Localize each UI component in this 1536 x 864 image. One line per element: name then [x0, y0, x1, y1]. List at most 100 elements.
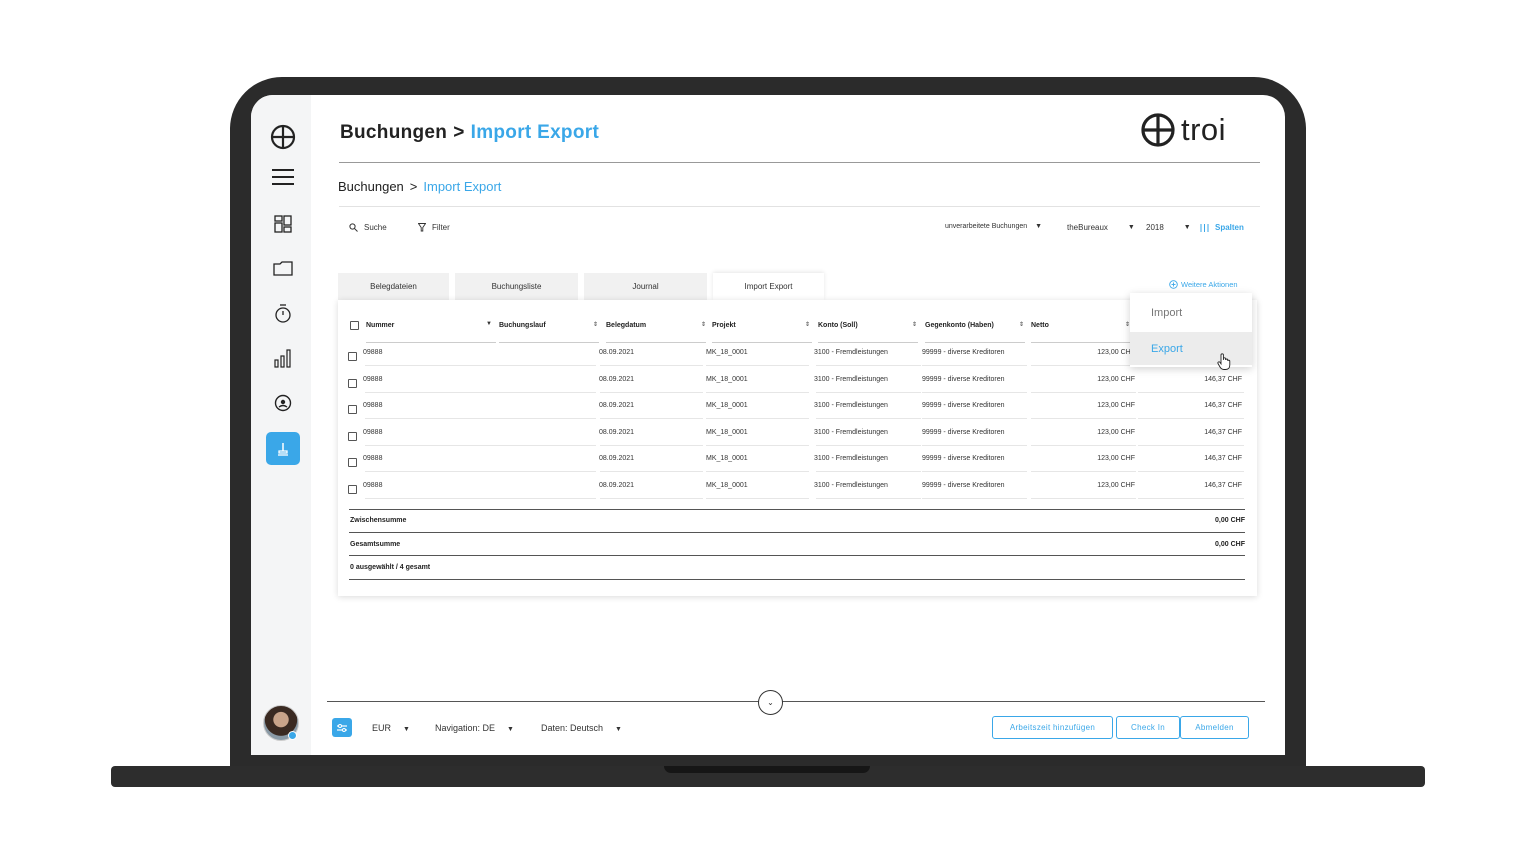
column-header-gegenkonto-haben[interactable]: Gegenkonto (Haben) [925, 322, 994, 329]
table-card [338, 300, 1257, 596]
laptop-notch [664, 766, 870, 773]
row-checkbox[interactable] [348, 405, 357, 414]
sort-caret-icon[interactable]: ▼ [486, 321, 492, 327]
sort-icon[interactable]: ⇕ [912, 321, 917, 328]
row-divider [491, 444, 596, 446]
row-divider [706, 418, 809, 419]
sort-icon[interactable]: ⇕ [805, 321, 810, 328]
bar-chart-icon[interactable] [271, 346, 295, 370]
logout-button[interactable]: Abmelden [1180, 716, 1249, 739]
column-header-belegdatum[interactable]: Belegdatum [606, 322, 646, 329]
row-divider [491, 471, 596, 472]
column-header-projekt[interactable]: Projekt [712, 322, 736, 329]
header-divider [339, 162, 1260, 163]
row-divider [365, 418, 498, 419]
row-divider [491, 418, 596, 419]
data-language-select[interactable]: Daten: Deutsch ▼ [541, 723, 622, 733]
cell-gegenkonto: 99999 - diverse Kreditoren [922, 481, 1005, 489]
cell-brutto: 146,37 CHF [1204, 455, 1242, 462]
row-divider [491, 365, 596, 366]
total-value: 0,00 CHF [1215, 541, 1245, 548]
company-select[interactable]: theBureaux ▼ [1067, 223, 1135, 232]
sort-icon[interactable]: ⇕ [1019, 321, 1024, 328]
header-underline [606, 342, 706, 343]
accounting-stamp-icon[interactable] [266, 432, 300, 465]
cell-datum: 08.09.2021 [599, 402, 635, 409]
currency-select[interactable]: EUR ▼ [372, 723, 410, 733]
tab-belegdateien[interactable]: Belegdateien [338, 273, 449, 300]
row-divider [922, 444, 1027, 446]
check-in-button[interactable]: Check In [1116, 716, 1180, 739]
cell-projekt: MK_18_0001 [706, 481, 748, 489]
cell-konto: 3100 - Fremdleistungen [814, 455, 888, 462]
troi-logo-text: troi [1181, 112, 1227, 147]
columns-button[interactable]: Spalten [1200, 223, 1244, 232]
company-select-value: theBureaux [1067, 223, 1108, 232]
tab-import-export[interactable]: Import Export [713, 273, 824, 300]
header-underline [818, 342, 918, 343]
row-divider [706, 471, 809, 472]
cell-netto: 123,00 CHF [1097, 455, 1135, 462]
row-divider [706, 497, 809, 499]
header-underline [1031, 342, 1131, 343]
row-checkbox[interactable] [348, 378, 357, 388]
add-worktime-button[interactable]: Arbeitszeit hinzufügen [992, 716, 1113, 739]
summary-divider [349, 509, 1245, 510]
cell-konto: 3100 - Fremdleistungen [814, 428, 888, 436]
navigation-language-select[interactable]: Navigation: DE ▼ [435, 723, 514, 733]
column-header-nummer[interactable]: Nummer [366, 322, 394, 329]
app-screen: Buchungen > Import Export troi Buchungen > I… [251, 95, 1285, 755]
dropdown-export-label: Export [1151, 342, 1183, 355]
year-select[interactable]: 2018 ▼ [1146, 223, 1191, 232]
more-actions-dropdown: Import Export [1130, 293, 1252, 370]
row-checkbox[interactable] [348, 431, 357, 441]
settings-toggle-button[interactable] [332, 718, 352, 737]
row-divider [1138, 418, 1244, 419]
row-checkbox[interactable] [348, 458, 357, 467]
row-divider [365, 497, 498, 499]
menu-icon[interactable] [271, 165, 295, 189]
tab-journal[interactable]: Journal [584, 273, 707, 300]
filter-button[interactable]: Filter [418, 223, 450, 232]
add-worktime-label: Arbeitszeit hinzufügen [1009, 723, 1096, 732]
header-underline [925, 342, 1025, 343]
select-all-checkbox[interactable] [350, 321, 359, 330]
page-title: Buchungen > Import Export [340, 122, 599, 144]
tab-buchungsliste[interactable]: Buchungsliste [455, 273, 578, 300]
caret-down-icon: ▼ [1183, 224, 1191, 231]
columns-label: Spalten [1215, 223, 1244, 232]
cell-datum: 08.09.2021 [599, 349, 635, 356]
columns-icon [1200, 223, 1209, 232]
add-circle-icon[interactable] [270, 124, 296, 150]
row-divider [1138, 471, 1244, 472]
status-select[interactable]: unverarbeitete Buchungen ▼ [945, 223, 1042, 230]
row-divider [816, 497, 921, 499]
cell-konto: 3100 - Fremdleistungen [814, 375, 888, 383]
cell-projekt: MK_18_0001 [706, 375, 748, 383]
stopwatch-icon[interactable] [271, 301, 295, 325]
breadcrumb-parent[interactable]: Buchungen [338, 179, 404, 194]
troi-logo-icon [1141, 113, 1175, 147]
dropdown-import-item[interactable]: Import [1130, 296, 1252, 329]
collapse-footer-button[interactable]: ⌄ [758, 690, 783, 715]
cell-nummer: 09888 [363, 428, 383, 436]
cell-nummer: 09888 [363, 455, 383, 462]
folder-icon[interactable] [271, 256, 295, 280]
more-actions-button[interactable]: Weitere Aktionen [1169, 280, 1238, 289]
cell-projekt: MK_18_0001 [706, 349, 748, 356]
column-header-buchungslauf[interactable]: Buchungslauf [499, 322, 546, 329]
sort-icon[interactable]: ⇕ [701, 321, 706, 328]
dropdown-export-item[interactable]: Export [1130, 332, 1252, 365]
logout-label: Abmelden [1195, 723, 1234, 732]
cell-konto: 3100 - Fremdleistungen [814, 481, 888, 489]
dashboard-icon[interactable] [271, 212, 295, 236]
sort-icon[interactable]: ⇕ [593, 321, 598, 328]
column-header-netto[interactable]: Netto [1031, 322, 1049, 329]
header-underline [712, 342, 812, 343]
row-checkbox[interactable] [348, 352, 357, 361]
search-button[interactable]: Suche [349, 223, 387, 232]
row-checkbox[interactable] [348, 484, 357, 494]
column-header-konto-soll[interactable]: Konto (Soll) [818, 322, 858, 329]
caret-down-icon: ▼ [507, 726, 514, 733]
history-icon[interactable] [271, 391, 295, 415]
